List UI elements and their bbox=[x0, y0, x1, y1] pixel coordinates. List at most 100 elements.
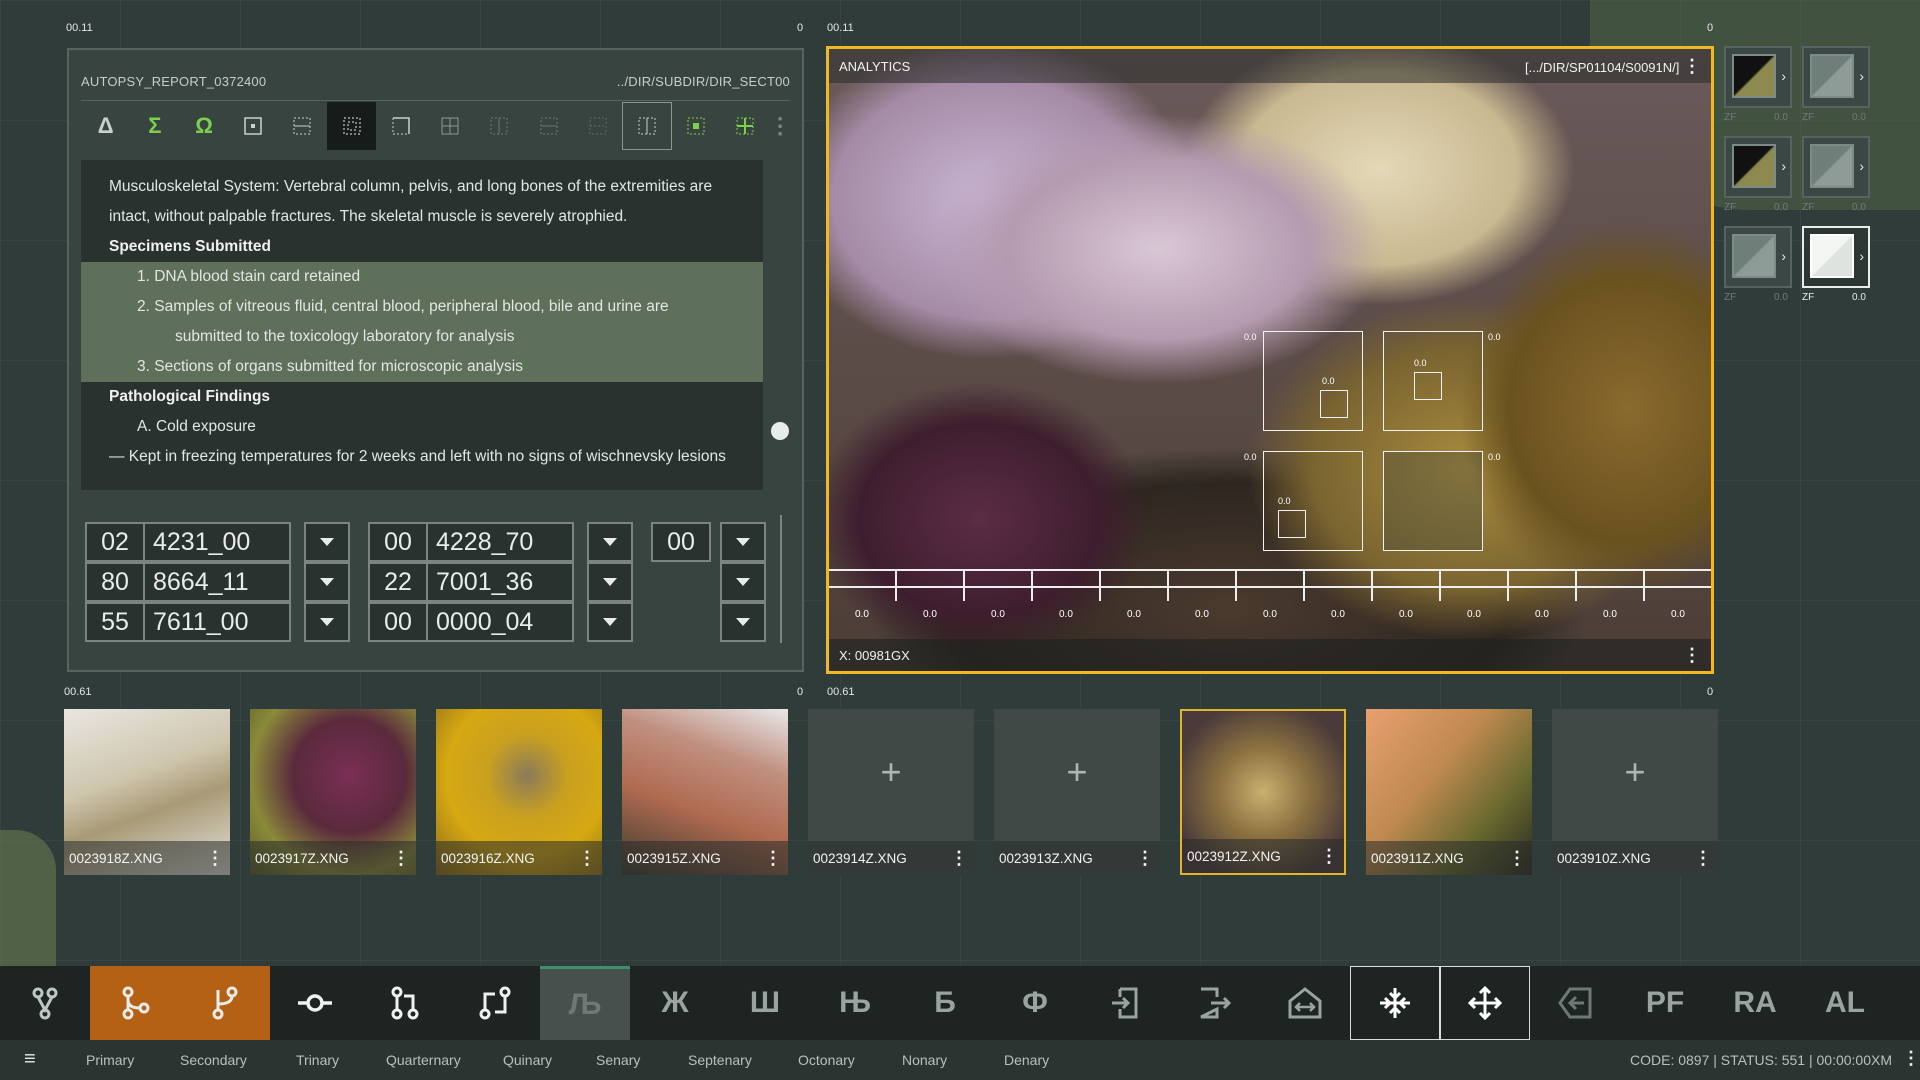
dropdown-button[interactable] bbox=[587, 522, 633, 562]
roi-box[interactable]: 0.0 0.0 bbox=[1244, 331, 1363, 431]
more-icon[interactable]: ⋮ bbox=[1320, 846, 1338, 867]
grid-tool-button[interactable] bbox=[426, 102, 475, 150]
tab-quinary[interactable]: Quinary bbox=[503, 1052, 552, 1068]
analytics-viewer[interactable]: ANALYTICS [.../DIR/SP01104/S0091N/] ⋮ 0.… bbox=[826, 46, 1714, 674]
delta-tool-button[interactable]: Δ bbox=[81, 102, 130, 150]
code-field[interactable]: 00 bbox=[368, 522, 428, 562]
roi-box[interactable]: 0.0 0.0 bbox=[1244, 451, 1363, 551]
cyrillic-tool-button[interactable]: Ф bbox=[990, 966, 1080, 1040]
grid-tool-button[interactable] bbox=[573, 102, 622, 150]
value-field[interactable]: 8664_11 bbox=[143, 562, 291, 602]
toolbar-more-icon[interactable]: ⋮ bbox=[769, 102, 791, 150]
grid-tool-button[interactable] bbox=[229, 102, 278, 150]
code-field[interactable]: 02 bbox=[85, 522, 145, 562]
tab-denary[interactable]: Denary bbox=[1004, 1052, 1049, 1068]
viewer-path[interactable]: [.../DIR/SP01104/S0091N/] bbox=[1525, 60, 1679, 75]
grid-tool-button[interactable] bbox=[721, 102, 770, 150]
dropdown-button[interactable] bbox=[720, 602, 766, 642]
thumbnail[interactable]: 0023911Z.XNG ⋮ bbox=[1366, 709, 1532, 875]
more-icon[interactable]: ⋮ bbox=[1683, 56, 1701, 76]
back-tool-button[interactable] bbox=[1530, 966, 1620, 1040]
dropdown-button[interactable] bbox=[720, 562, 766, 602]
tab-quarternary[interactable]: Quarternary bbox=[386, 1052, 461, 1068]
empty-thumbnail-slot[interactable]: + 0023913Z.XNG ⋮ bbox=[994, 709, 1160, 875]
empty-thumbnail-slot[interactable]: + 0023914Z.XNG ⋮ bbox=[808, 709, 974, 875]
grid-tool-button[interactable] bbox=[278, 102, 327, 150]
thumbnail[interactable]: 0023916Z.XNG ⋮ bbox=[436, 709, 602, 875]
roi-marker[interactable] bbox=[1414, 372, 1442, 400]
value-field[interactable]: 4231_00 bbox=[143, 522, 291, 562]
swatch-button[interactable]: › bbox=[1724, 226, 1792, 288]
fork-tool-button-active[interactable] bbox=[180, 966, 270, 1040]
more-icon[interactable]: ⋮ bbox=[1508, 848, 1526, 869]
more-icon[interactable]: ⋮ bbox=[950, 848, 968, 869]
more-icon[interactable]: ⋮ bbox=[578, 848, 596, 869]
swap-tool-button[interactable] bbox=[1260, 966, 1350, 1040]
grid-tool-button[interactable] bbox=[672, 102, 721, 150]
tab-trinary[interactable]: Trinary bbox=[296, 1052, 339, 1068]
al-tool-button[interactable]: AL bbox=[1800, 966, 1890, 1040]
export-tool-button[interactable] bbox=[1170, 966, 1260, 1040]
pull-request-tool-button[interactable] bbox=[360, 966, 450, 1040]
expand-tool-button[interactable] bbox=[1440, 966, 1530, 1040]
thumbnail[interactable]: 0023918Z.XNG ⋮ bbox=[64, 709, 230, 875]
dropdown-button[interactable] bbox=[304, 602, 350, 642]
roi-box[interactable]: 0.0 0.0 bbox=[1383, 331, 1501, 431]
commit-tool-button[interactable] bbox=[270, 966, 360, 1040]
more-icon[interactable]: ⋮ bbox=[1683, 645, 1701, 666]
dropdown-button[interactable] bbox=[587, 602, 633, 642]
cyrillic-tool-button-selected[interactable]: Љ bbox=[540, 966, 630, 1040]
tab-primary[interactable]: Primary bbox=[86, 1052, 134, 1068]
roi-marker[interactable] bbox=[1320, 390, 1348, 418]
swatch-button[interactable]: › bbox=[1724, 136, 1792, 198]
scroll-knob[interactable] bbox=[771, 422, 789, 440]
omega-tool-button[interactable]: Ω bbox=[179, 102, 228, 150]
sigma-tool-button[interactable]: Σ bbox=[130, 102, 179, 150]
tab-septenary[interactable]: Septenary bbox=[688, 1052, 752, 1068]
value-field[interactable]: 4228_70 bbox=[426, 522, 574, 562]
tab-senary[interactable]: Senary bbox=[596, 1052, 640, 1068]
swatch-button[interactable]: › bbox=[1724, 46, 1792, 108]
ra-tool-button[interactable]: RA bbox=[1710, 966, 1800, 1040]
thumbnail-selected[interactable]: 0023912Z.XNG ⋮ bbox=[1180, 709, 1346, 875]
add-icon[interactable]: + bbox=[994, 751, 1160, 793]
more-icon[interactable]: ⋮ bbox=[764, 848, 782, 869]
code-field[interactable]: 80 bbox=[85, 562, 145, 602]
pf-tool-button[interactable]: PF bbox=[1620, 966, 1710, 1040]
dropdown-button[interactable] bbox=[304, 562, 350, 602]
cyrillic-tool-button[interactable]: Ж bbox=[630, 966, 720, 1040]
dropdown-button[interactable] bbox=[720, 522, 766, 562]
hamburger-menu-icon[interactable]: ≡ bbox=[24, 1048, 36, 1071]
add-icon[interactable]: + bbox=[1552, 751, 1718, 793]
grid-tool-button-active[interactable] bbox=[327, 101, 377, 150]
tab-octonary[interactable]: Octonary bbox=[798, 1052, 855, 1068]
report-path[interactable]: ../DIR/SUBDIR/DIR_SECT00 bbox=[617, 74, 790, 89]
cyrillic-tool-button[interactable]: Њ bbox=[810, 966, 900, 1040]
thumbnail[interactable]: 0023915Z.XNG ⋮ bbox=[622, 709, 788, 875]
code-field[interactable]: 22 bbox=[368, 562, 428, 602]
more-icon[interactable]: ⋮ bbox=[206, 848, 224, 869]
branch-tool-button[interactable] bbox=[0, 966, 90, 1040]
dropdown-button[interactable] bbox=[587, 562, 633, 602]
code-field[interactable]: 55 bbox=[85, 602, 145, 642]
more-icon[interactable]: ⋮ bbox=[1902, 1048, 1920, 1069]
more-icon[interactable]: ⋮ bbox=[1694, 848, 1712, 869]
merge-tool-button-active[interactable] bbox=[90, 966, 180, 1040]
grid-tool-button[interactable] bbox=[475, 102, 524, 150]
tab-nonary[interactable]: Nonary bbox=[902, 1052, 947, 1068]
roi-marker[interactable] bbox=[1278, 510, 1306, 538]
value-field[interactable]: 0000_04 bbox=[426, 602, 574, 642]
sync-tool-button[interactable] bbox=[450, 966, 540, 1040]
value-field[interactable]: 7001_36 bbox=[426, 562, 574, 602]
collapse-tool-button[interactable] bbox=[1350, 966, 1440, 1040]
swatch-button[interactable]: › bbox=[1802, 136, 1870, 198]
grid-tool-button[interactable] bbox=[524, 102, 573, 150]
grid-tool-button-outlined[interactable] bbox=[622, 101, 672, 150]
empty-thumbnail-slot[interactable]: + 0023910Z.XNG ⋮ bbox=[1552, 709, 1718, 875]
add-icon[interactable]: + bbox=[808, 751, 974, 793]
tab-secondary[interactable]: Secondary bbox=[180, 1052, 247, 1068]
more-icon[interactable]: ⋮ bbox=[392, 848, 410, 869]
value-field[interactable]: 7611_00 bbox=[143, 602, 291, 642]
roi-box[interactable]: 0.0 bbox=[1383, 451, 1501, 551]
dropdown-button[interactable] bbox=[304, 522, 350, 562]
